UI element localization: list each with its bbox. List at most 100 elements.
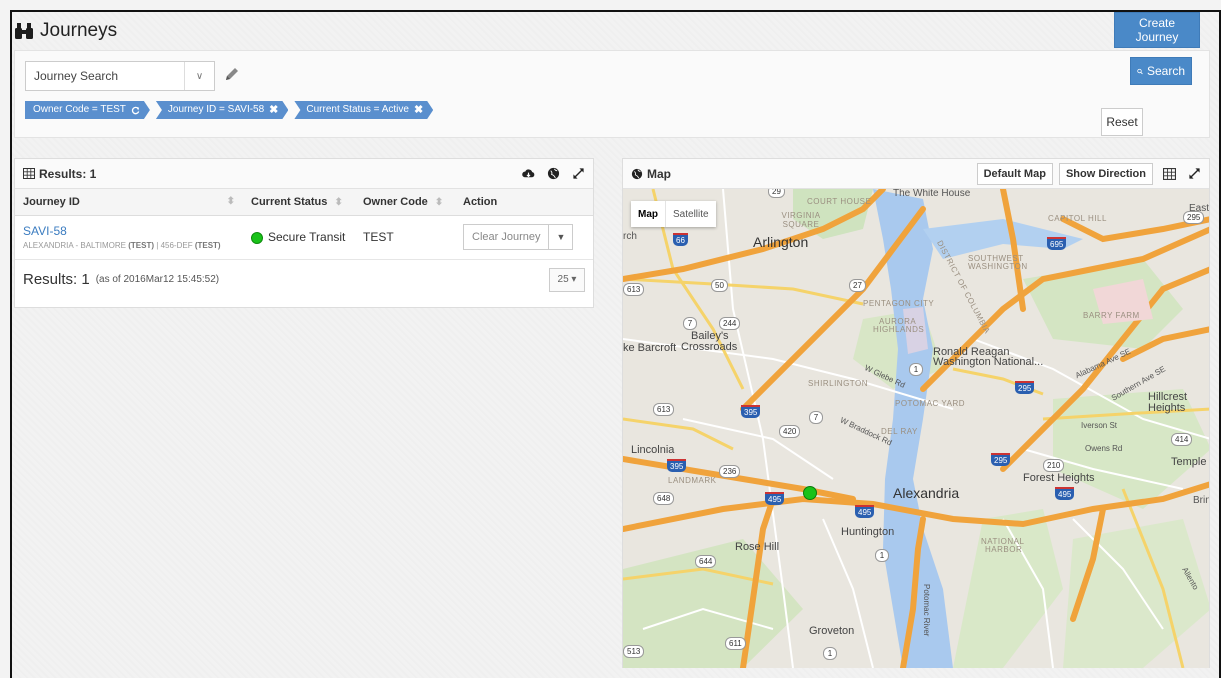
map-type-satellite-button[interactable]: Satellite [665,201,716,227]
cell-owner-code: TEST [355,215,455,260]
journey-search-select[interactable]: Journey Search ∨ [25,61,215,91]
filter-chip-owner-code[interactable]: Owner Code = TEST [25,101,150,119]
map-panel-header: Map Default Map Show Direction [623,159,1209,189]
journey-asset: 456-DEF [160,241,193,250]
map-label: Rose Hill [735,541,780,553]
map-label: Huntington [841,526,895,538]
sort-icon[interactable]: ⬍ [435,197,443,208]
route-shield: 29 [768,189,785,198]
results-table: Journey ID ⬍ Current Status ⬍ Owner Code… [15,189,593,260]
results-panel: Results: 1 Journey ID ⬍ Current Status ⬍… [14,158,594,308]
map-label: WASHINGTON [968,262,1028,271]
route-shield: 27 [849,279,866,292]
map-type-map-button[interactable]: Map [631,201,665,227]
map-label: Brink [1193,495,1209,506]
interstate-shield: 495 [765,492,785,505]
status-text: Secure Transit [268,230,346,244]
map-label: Potomac River [922,584,931,637]
route-shield: 613 [623,283,645,296]
refresh-icon[interactable] [131,106,140,115]
journey-search-select-value: Journey Search [34,69,119,83]
route-shield: 1 [875,549,889,562]
results-panel-header: Results: 1 [15,159,593,189]
caret-down-icon[interactable]: ▼ [549,224,574,250]
column-header-current-status[interactable]: Current Status ⬍ [243,189,355,216]
results-footer: Results: 1 (as of 2016Mar12 15:45:52) 25… [15,260,593,300]
map-label: The White House [893,189,971,199]
sort-icon[interactable]: ⬍ [227,196,235,207]
search-icon [1137,68,1143,74]
cloud-download-icon[interactable] [522,167,535,180]
interstate-shield: 395 [741,405,761,418]
filter-chips: Owner Code = TEST Journey ID = SAVI-58 ✖… [25,101,439,119]
map-label: COURT HOUSE [807,197,872,206]
map-label: DEL RAY [881,427,918,436]
expand-icon[interactable] [572,167,585,180]
column-header-owner-code[interactable]: Owner Code ⬍ [355,189,455,216]
column-header-journey-id[interactable]: Journey ID ⬍ [15,189,243,216]
reset-button[interactable]: Reset [1101,108,1143,136]
map-label: ke Barcroft [623,342,677,354]
clear-journey-button[interactable]: Clear Journey [463,224,550,250]
pencil-icon[interactable] [223,65,241,83]
map-label: Groveton [809,625,855,637]
interstate-shield: 295 [1015,381,1035,394]
journey-asset-code: (TEST) [194,241,221,250]
results-count: Results: 1 [23,271,90,288]
route-shield: 1 [909,363,923,376]
route-shield: 50 [711,279,728,292]
sort-icon[interactable]: ⬍ [334,197,342,208]
map-label: CAPITOL HILL [1048,214,1107,223]
close-icon[interactable]: ✖ [269,101,278,119]
close-icon[interactable]: ✖ [414,101,423,119]
route-shield: 295 [1183,211,1205,224]
map-label: LANDMARK [668,476,717,485]
column-header-label: Owner Code [363,195,428,208]
journey-route: ALEXANDRIA - BALTIMORE [23,241,126,250]
map-label: Forest Heights [1023,472,1095,484]
journey-location-marker[interactable] [803,486,817,500]
separator: | [156,241,159,250]
table-row: SAVI-58 ALEXANDRIA - BALTIMORE (TEST) | … [15,215,593,260]
map-label: PENTAGON CITY [863,299,935,308]
column-header-label: Journey ID [23,195,80,208]
journey-details: ALEXANDRIA - BALTIMORE (TEST) | 456-DEF … [23,241,235,250]
table-icon[interactable] [1163,167,1176,180]
globe-icon [631,168,643,179]
page-size-select[interactable]: 25 ▾ [549,267,585,292]
map-label: POTOMAC YARD [895,399,966,408]
binoculars-icon [15,23,33,39]
expand-icon[interactable] [1188,167,1201,180]
journey-id-link[interactable]: SAVI-58 [23,224,235,238]
route-shield: 613 [653,403,675,416]
table-icon [23,168,35,179]
search-button-label: Search [1146,64,1185,78]
route-shield: 611 [725,637,746,650]
filter-chip-label: Journey ID = SAVI-58 [167,104,265,115]
action-button-group: Clear Journey ▼ [463,224,585,250]
map-label: Alexandria [893,485,960,501]
route-shield: 7 [809,411,823,424]
filter-chip-current-status[interactable]: Current Status = Active ✖ [294,101,433,119]
cell-journey-id: SAVI-58 ALEXANDRIA - BALTIMORE (TEST) | … [15,215,243,260]
globe-icon[interactable] [547,167,560,180]
search-button[interactable]: Search [1130,57,1192,85]
filter-chip-label: Owner Code = TEST [33,104,126,115]
chevron-down-icon[interactable]: ∨ [184,62,214,90]
map-label: HARBOR [985,545,1023,554]
route-shield: 648 [653,492,675,505]
map-canvas[interactable]: Map Satellite rch The White House COURT … [623,189,1209,668]
map-label: Heights [1148,402,1186,414]
filter-chip-journey-id[interactable]: Journey ID = SAVI-58 ✖ [156,101,288,119]
cell-action: Clear Journey ▼ [455,215,593,260]
map-label: Lincolnia [631,444,675,456]
interstate-shield: 695 [1047,237,1067,250]
route-shield: 414 [1171,433,1193,446]
column-header-label: Current Status [251,195,328,208]
map-label: VIRGINIA SQUARE [781,211,821,229]
create-journey-button[interactable]: Create Journey [1114,12,1200,48]
show-direction-button[interactable]: Show Direction [1058,162,1153,185]
route-shield: 513 [623,645,645,658]
map-label: Iverson St [1081,421,1118,430]
default-map-button[interactable]: Default Map [976,162,1053,185]
